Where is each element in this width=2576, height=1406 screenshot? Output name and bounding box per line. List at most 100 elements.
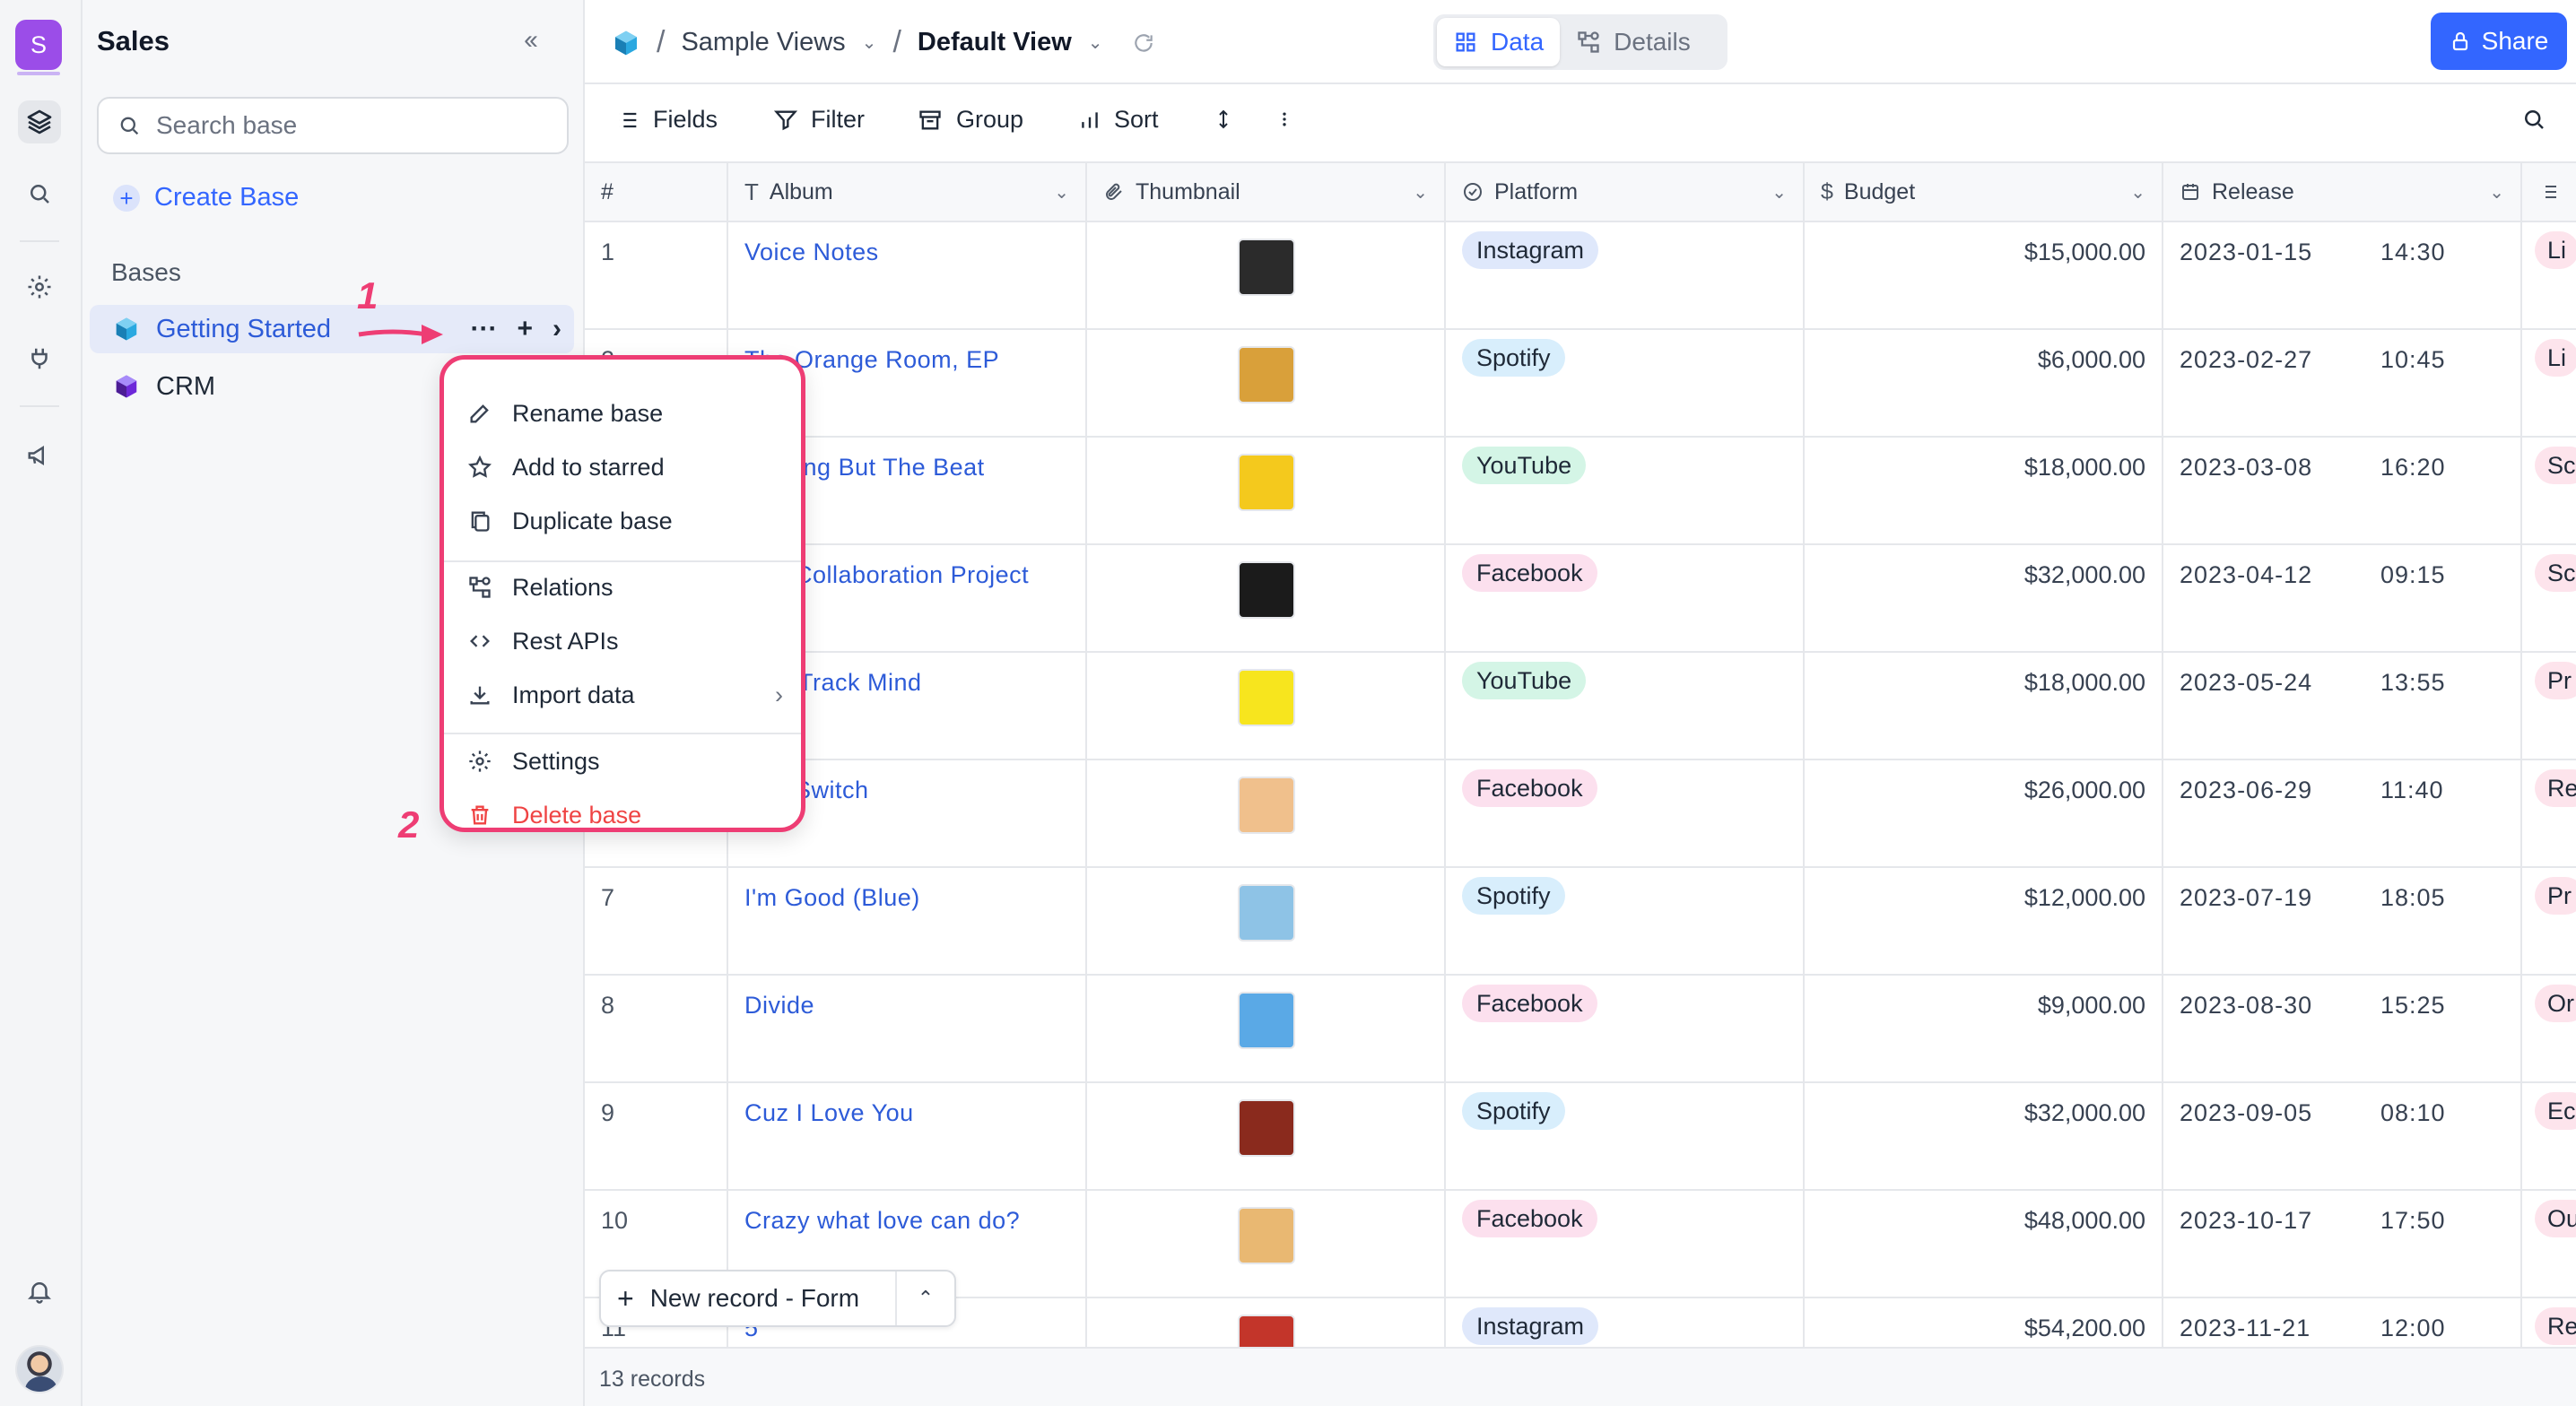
- menu-item-add-to-starred[interactable]: Add to starred: [467, 446, 783, 489]
- sort-button[interactable]: Sort: [1078, 106, 1159, 134]
- cell-platform[interactable]: Instagram: [1446, 1298, 1805, 1347]
- create-base-button[interactable]: + Create Base: [113, 183, 299, 213]
- search-base-input[interactable]: Search base: [97, 97, 569, 154]
- cell-platform[interactable]: Facebook: [1446, 1191, 1805, 1298]
- cell-thumbnail[interactable]: [1087, 1298, 1446, 1347]
- album-thumbnail[interactable]: [1238, 884, 1295, 942]
- album-thumbnail[interactable]: [1238, 561, 1295, 619]
- cell-album[interactable]: Voice Notes: [728, 222, 1087, 330]
- cell-extra[interactable]: Re: [2522, 760, 2576, 868]
- cell-extra[interactable]: Sc: [2522, 545, 2576, 653]
- gear-icon[interactable]: [18, 265, 61, 308]
- cell-budget[interactable]: $15,000.00: [1805, 222, 2163, 330]
- cell-release[interactable]: 2023-06-29 11:40: [2163, 760, 2522, 868]
- cell-thumbnail[interactable]: [1087, 1083, 1446, 1191]
- cell-platform[interactable]: Facebook: [1446, 976, 1805, 1083]
- chevron-down-icon[interactable]: ⌄: [1413, 181, 1428, 204]
- breadcrumb-group[interactable]: Sample Views: [681, 28, 845, 57]
- cell-platform[interactable]: Facebook: [1446, 760, 1805, 868]
- cell-thumbnail[interactable]: [1087, 222, 1446, 330]
- chevron-down-icon[interactable]: ⌄: [2489, 181, 2504, 204]
- chevron-up-icon[interactable]: ⌃: [897, 1287, 954, 1310]
- toolbar-search-icon[interactable]: [2520, 106, 2547, 133]
- add-icon[interactable]: +: [517, 314, 533, 344]
- cell-release[interactable]: 2023-03-08 16:20: [2163, 438, 2522, 545]
- cell-thumbnail[interactable]: [1087, 976, 1446, 1083]
- cell-platform[interactable]: Instagram: [1446, 222, 1805, 330]
- album-thumbnail[interactable]: [1238, 454, 1295, 511]
- cell-extra[interactable]: Re: [2522, 1298, 2576, 1347]
- menu-item-rename-base[interactable]: Rename base: [467, 392, 783, 435]
- cell-thumbnail[interactable]: [1087, 545, 1446, 653]
- cell-release[interactable]: 2023-11-21 12:00: [2163, 1298, 2522, 1347]
- share-button[interactable]: Share: [2431, 13, 2567, 70]
- tab-details[interactable]: Details: [1560, 18, 1707, 66]
- cell-budget[interactable]: $54,200.00: [1805, 1298, 2163, 1347]
- cell-album[interactable]: I'm Good (Blue): [728, 868, 1087, 976]
- chevron-down-icon[interactable]: ⌄: [1054, 181, 1069, 204]
- column-header-album[interactable]: T Album ⌄: [728, 163, 1087, 222]
- breadcrumb-view[interactable]: Default View: [918, 28, 1072, 57]
- cell-budget[interactable]: $32,000.00: [1805, 1083, 2163, 1191]
- cell-extra[interactable]: Ec: [2522, 1083, 2576, 1191]
- workspace-avatar[interactable]: S: [15, 20, 62, 70]
- menu-item-import-data[interactable]: Import data ›: [467, 673, 783, 716]
- column-header-release[interactable]: Release ⌄: [2163, 163, 2522, 222]
- album-thumbnail[interactable]: [1238, 1099, 1295, 1157]
- cell-release[interactable]: 2023-05-24 13:55: [2163, 653, 2522, 760]
- column-header-thumbnail[interactable]: Thumbnail ⌄: [1087, 163, 1446, 222]
- cell-extra[interactable]: Li: [2522, 222, 2576, 330]
- bases-icon[interactable]: [18, 100, 61, 143]
- base-item-getting-started[interactable]: Getting Started ··· + ›: [90, 305, 574, 353]
- album-thumbnail[interactable]: [1238, 239, 1295, 296]
- album-thumbnail[interactable]: [1238, 346, 1295, 404]
- column-header-platform[interactable]: Platform ⌄: [1446, 163, 1805, 222]
- album-thumbnail[interactable]: [1238, 777, 1295, 834]
- table-row[interactable]: 4The Collaboration ProjectFacebook$32,00…: [585, 545, 2576, 653]
- cell-extra[interactable]: Li: [2522, 330, 2576, 438]
- bell-icon[interactable]: [18, 1270, 61, 1313]
- chevron-down-icon[interactable]: ⌄: [2130, 181, 2145, 204]
- menu-item-relations[interactable]: Relations: [467, 566, 783, 609]
- menu-item-rest-apis[interactable]: Rest APIs: [467, 620, 783, 663]
- column-header-budget[interactable]: $ Budget ⌄: [1805, 163, 2163, 222]
- chevron-right-icon[interactable]: ›: [553, 314, 561, 344]
- cell-release[interactable]: 2023-07-19 18:05: [2163, 868, 2522, 976]
- cell-extra[interactable]: Pr: [2522, 868, 2576, 976]
- cell-budget[interactable]: $6,000.00: [1805, 330, 2163, 438]
- search-icon[interactable]: [18, 172, 61, 215]
- user-avatar[interactable]: [15, 1345, 64, 1393]
- cell-release[interactable]: 2023-02-27 10:45: [2163, 330, 2522, 438]
- cell-budget[interactable]: $12,000.00: [1805, 868, 2163, 976]
- album-thumbnail[interactable]: [1238, 992, 1295, 1049]
- table-row[interactable]: 5One Track MindYouTube$18,000.002023-05-…: [585, 653, 2576, 760]
- reload-icon[interactable]: [1132, 31, 1155, 55]
- collapse-sidebar-icon[interactable]: ‹‹: [524, 25, 538, 56]
- album-thumbnail[interactable]: [1238, 669, 1295, 726]
- column-header-extra[interactable]: [2522, 163, 2576, 222]
- cell-budget[interactable]: $32,000.00: [1805, 545, 2163, 653]
- cell-budget[interactable]: $9,000.00: [1805, 976, 2163, 1083]
- new-record-main[interactable]: + New record - Form: [601, 1271, 897, 1325]
- cell-budget[interactable]: $26,000.00: [1805, 760, 2163, 868]
- table-row[interactable]: 7 I'm Good (Blue) Spotify $12,000.00 2023-07…: [585, 868, 2576, 976]
- megaphone-icon[interactable]: [18, 434, 61, 477]
- more-options-icon[interactable]: ···: [470, 314, 497, 344]
- cell-release[interactable]: 2023-10-17 17:50: [2163, 1191, 2522, 1298]
- cell-budget[interactable]: $48,000.00: [1805, 1191, 2163, 1298]
- table-row[interactable]: 9 Cuz I Love You Spotify $32,000.00 2023-09-…: [585, 1083, 2576, 1191]
- table-row[interactable]: 6The SwitchFacebook$26,000.002023-06-291…: [585, 760, 2576, 868]
- plug-icon[interactable]: [18, 337, 61, 380]
- cell-thumbnail[interactable]: [1087, 330, 1446, 438]
- cell-platform[interactable]: Spotify: [1446, 868, 1805, 976]
- chevron-down-icon[interactable]: ⌄: [1771, 181, 1787, 204]
- cell-album[interactable]: Cuz I Love You: [728, 1083, 1087, 1191]
- cell-extra[interactable]: Ou: [2522, 1191, 2576, 1298]
- cell-platform[interactable]: YouTube: [1446, 653, 1805, 760]
- cell-release[interactable]: 2023-09-05 08:10: [2163, 1083, 2522, 1191]
- chevron-down-icon[interactable]: ⌄: [862, 31, 877, 54]
- table-row[interactable]: 1 Voice Notes Instagram $15,000.00 2023-01-1…: [585, 222, 2576, 330]
- album-thumbnail[interactable]: [1238, 1315, 1295, 1347]
- cell-budget[interactable]: $18,000.00: [1805, 653, 2163, 760]
- menu-item-duplicate-base[interactable]: Duplicate base: [467, 499, 783, 542]
